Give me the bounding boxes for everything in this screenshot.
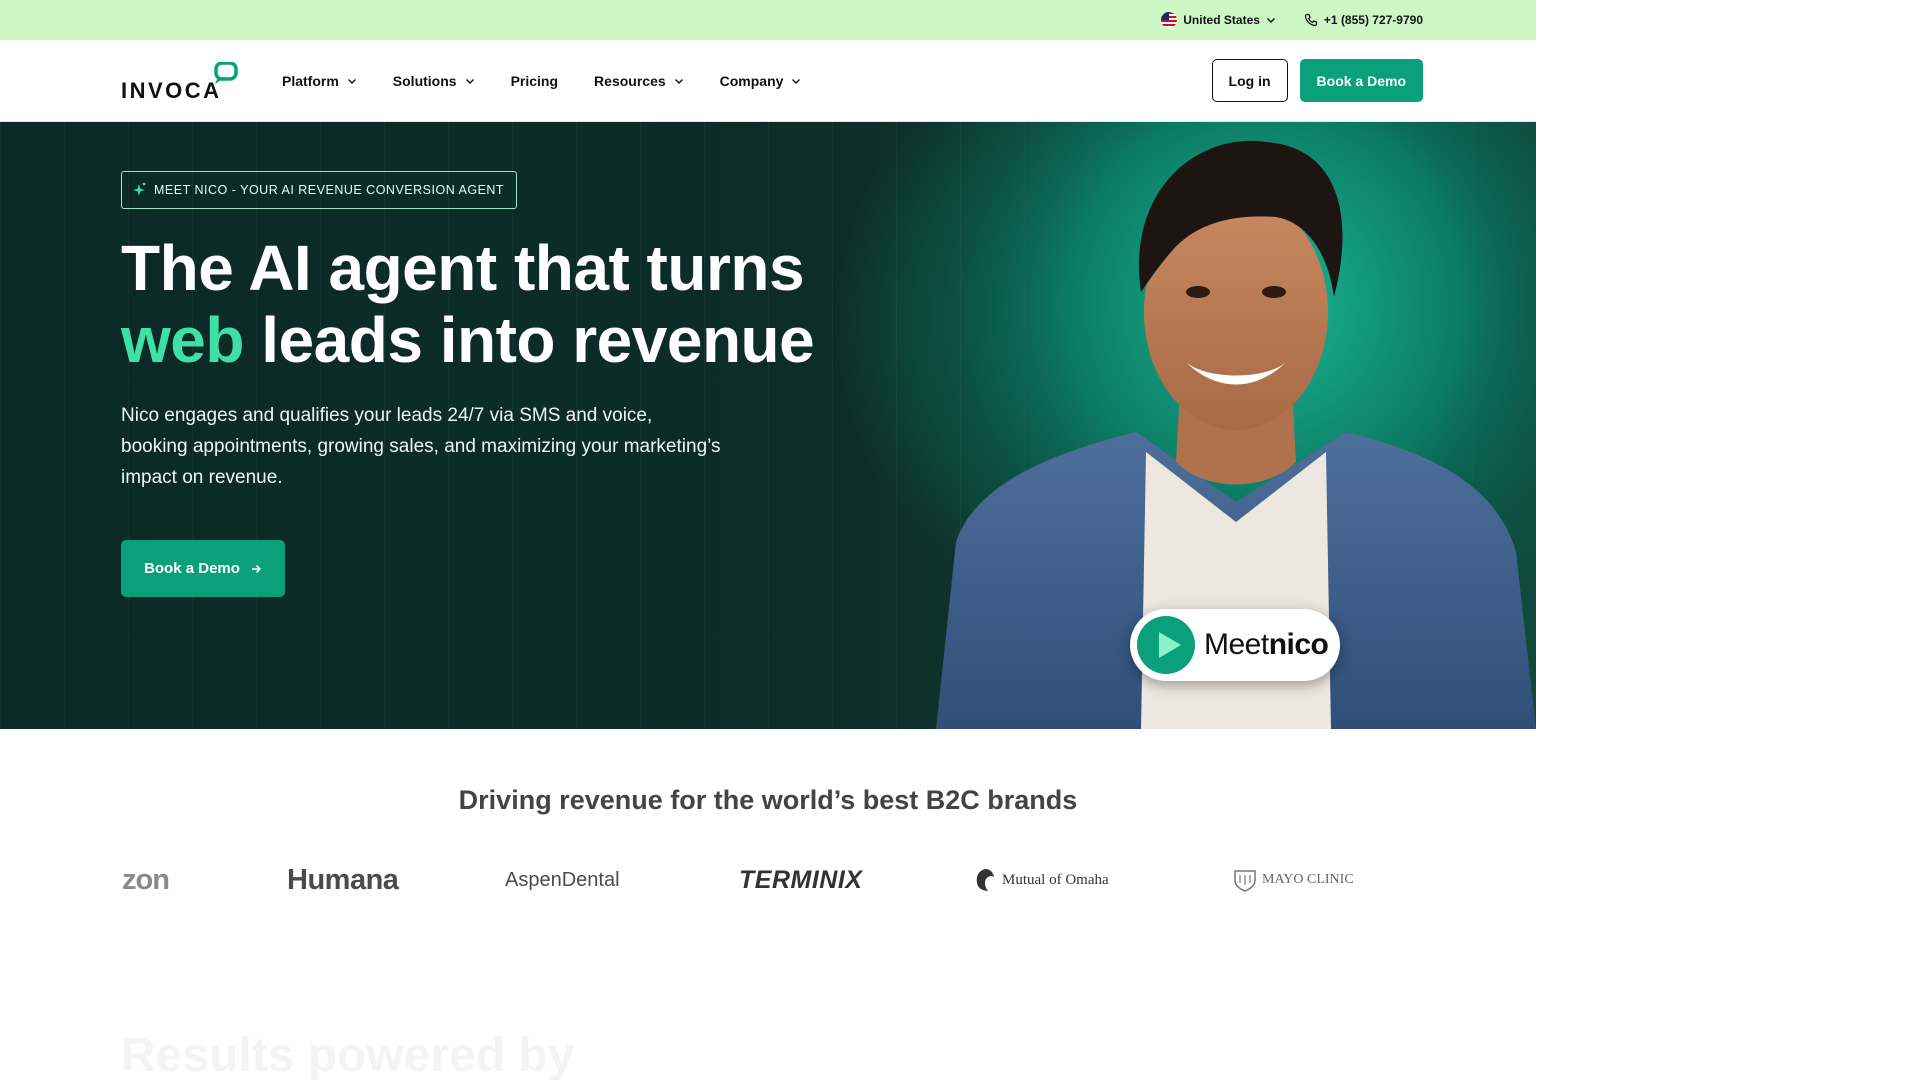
chat-bubble-logo-icon [214, 62, 238, 84]
page: United States +1 (855) 727-9790 INVOCA P… [0, 0, 1536, 1080]
hero-cta-label: Book a Demo [144, 560, 240, 577]
invoca-logo[interactable]: INVOCA [121, 62, 238, 103]
mayo-clinic-text: MAYO CLINIC [1262, 872, 1354, 887]
nav-solutions-label: Solutions [392, 73, 457, 89]
hero-title-accent: web [121, 304, 244, 376]
us-flag-icon [1161, 12, 1178, 28]
brand-logo-mutual-of-omaha: Mutual of Omaha [974, 855, 1109, 905]
mutual-of-omaha-text: Mutual of Omaha [1002, 871, 1109, 888]
nav-pricing[interactable]: Pricing [511, 73, 558, 89]
nav-company[interactable]: Company [720, 73, 802, 89]
shield-logo-icon [1234, 870, 1256, 892]
nav-platform[interactable]: Platform [282, 73, 357, 89]
brands-heading: Driving revenue for the world’s best B2C… [458, 785, 1078, 815]
hero-section: MEET NICO - YOUR AI REVENUE CONVERSION A… [0, 122, 1536, 729]
nav-company-label: Company [719, 73, 784, 89]
sparkle-icon [133, 182, 146, 196]
chevron-down-icon [465, 79, 474, 84]
phone-link[interactable]: +1 (855) 727-9790 [1304, 13, 1423, 27]
hero-book-demo-button[interactable]: Book a Demo [121, 540, 285, 597]
chevron-down-icon [347, 79, 356, 84]
utility-bar: United States +1 (855) 727-9790 [0, 0, 1536, 40]
meet-nico-video-button[interactable]: Meetnico [1130, 609, 1340, 681]
meet-nico-label: Meetnico [1204, 628, 1329, 662]
header-actions: Log in Book a Demo [1211, 59, 1423, 102]
arrow-right-icon [251, 564, 261, 573]
country-label: United States [1183, 13, 1260, 27]
chevron-down-icon [1266, 18, 1275, 23]
hero-title-line2: leads into revenue [243, 304, 815, 376]
country-selector[interactable]: United States [1161, 12, 1276, 28]
book-demo-button[interactable]: Book a Demo [1299, 59, 1423, 102]
nav-resources-label: Resources [594, 73, 666, 89]
brand-logo-terminix: TERMINIX [739, 865, 863, 894]
nav-solutions[interactable]: Solutions [393, 73, 475, 89]
brand-logo-mayo-clinic: MAYO CLINIC [1232, 855, 1354, 905]
login-button[interactable]: Log in [1211, 59, 1288, 102]
brand-logo-amazon: zon [122, 863, 170, 896]
nav-platform-label: Platform [282, 73, 339, 89]
meet-nico-badge: MEET NICO - YOUR AI REVENUE CONVERSION A… [121, 171, 518, 209]
nav-resources[interactable]: Resources [594, 73, 684, 89]
brand-logo-aspen-dental: AspenDental [505, 868, 620, 891]
site-header: INVOCA Platform Solutions Pricing Resour… [0, 40, 1536, 122]
chevron-down-icon [792, 79, 801, 84]
indian-head-logo-icon [976, 869, 994, 891]
meet-name: nico [1268, 628, 1329, 661]
play-icon [1137, 616, 1195, 674]
meet-word: Meet [1204, 628, 1269, 661]
logo-text: INVOCA [121, 78, 222, 103]
phone-number: +1 (855) 727-9790 [1323, 13, 1423, 27]
phone-icon [1304, 13, 1318, 27]
nav-pricing-label: Pricing [510, 73, 559, 89]
brand-logo-humana: Humana [287, 863, 399, 896]
brand-logo-carousel: zon Humana AspenDental TERMINIX Mutual o… [122, 855, 1422, 905]
hero-subtitle: Nico engages and qualifies your leads 24… [121, 405, 721, 488]
chevron-down-icon [674, 79, 683, 84]
badge-text: MEET NICO - YOUR AI REVENUE CONVERSION A… [154, 183, 505, 197]
hero-title-line1: The AI agent that turns [121, 232, 805, 304]
hero-title: The AI agent that turns web leads into r… [121, 232, 815, 376]
main-nav: Platform Solutions Pricing Resources Com… [282, 40, 801, 122]
results-heading: Results powered by [121, 1029, 575, 1080]
